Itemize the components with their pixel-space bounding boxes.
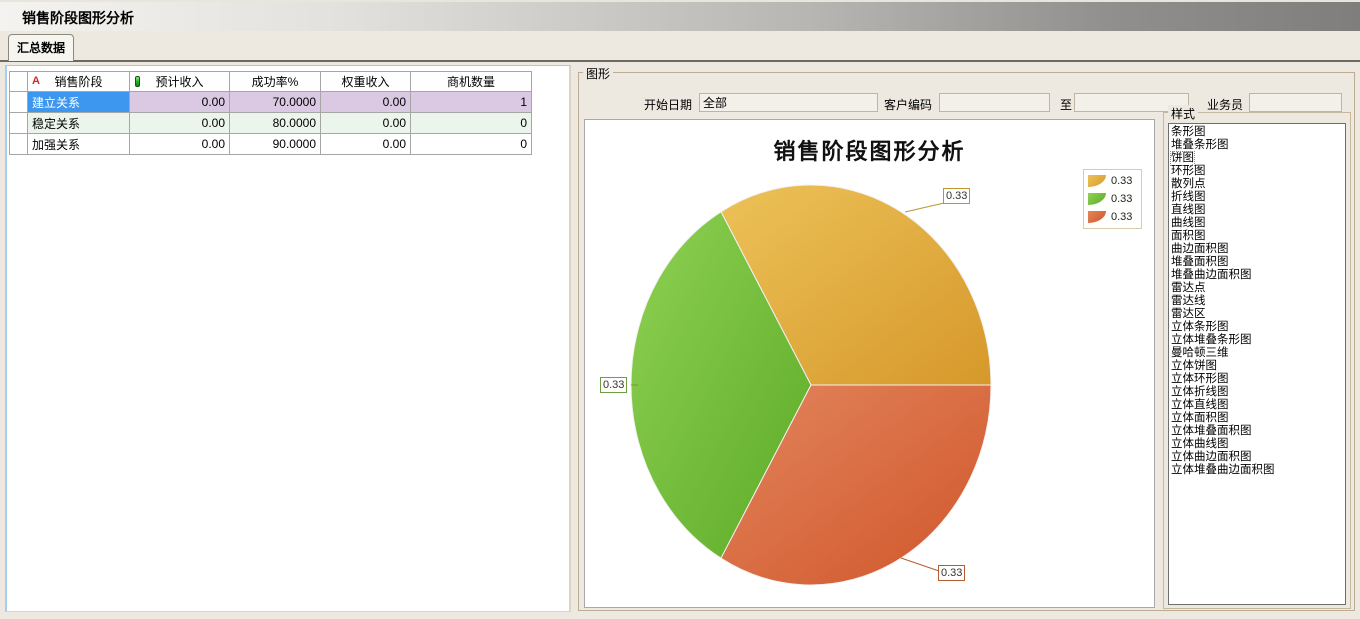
label-leader-line [905,203,944,212]
expected-income-cell[interactable]: 0.00 [130,113,230,134]
graph-groupbox: 图形 开始日期 客户编码 至 业务员 销售阶段图形分析 0.330.330.33… [578,72,1355,611]
table-row: 建立关系0.0070.00000.001 [10,92,532,113]
style-option[interactable]: 立体条形图 [1171,321,1345,334]
tab-summary-data[interactable]: 汇总数据 [8,34,74,61]
sales-stage-table: A 销售阶段 预计收入 成功率% 权重收入 商机数量 建立关系0.0070.00… [9,71,532,155]
column-header-opportunity-count[interactable]: 商机数量 [411,72,532,92]
customer-code-label: 客户编码 [884,96,932,113]
column-header-success-rate[interactable]: 成功率% [230,72,321,92]
table-header-row: A 销售阶段 预计收入 成功率% 权重收入 商机数量 [10,72,532,92]
chart-style-list: 条形图堆叠条形图饼图环形图散列点折线图直线图曲线图面积图曲边面积图堆叠面积图堆叠… [1168,123,1346,605]
style-option[interactable]: 立体环形图 [1171,373,1345,386]
legend-swatch [1088,211,1106,223]
table-row: 加强关系0.0090.00000.000 [10,134,532,155]
chart-legend: 0.33 0.33 0.33 [1083,169,1142,229]
style-option[interactable]: 立体直线图 [1171,399,1345,412]
weighted-income-cell[interactable]: 0.00 [321,92,411,113]
legend-value: 0.33 [1111,211,1132,223]
style-option[interactable]: 饼图 [1171,152,1345,165]
pie-value-label: 0.33 [600,377,627,393]
summary-table-panel: A 销售阶段 预计收入 成功率% 权重收入 商机数量 建立关系0.0070.00… [5,65,571,612]
style-groupbox: 样式 条形图堆叠条形图饼图环形图散列点折线图直线图曲线图面积图曲边面积图堆叠面积… [1163,112,1351,609]
row-indicator-cell[interactable] [10,134,28,155]
style-option[interactable]: 堆叠条形图 [1171,139,1345,152]
style-option[interactable]: 散列点 [1171,178,1345,191]
row-indicator-cell[interactable] [10,113,28,134]
label-leader-line [901,558,939,571]
opportunity-count-cell[interactable]: 1 [411,92,532,113]
salesman-label: 业务员 [1207,96,1243,113]
tab-label: 汇总数据 [17,41,65,55]
chart-title: 销售阶段图形分析 [585,134,1154,166]
pie-chart-area: 销售阶段图形分析 0.33 0.33 0.33 0.33 0.33 0.33 [584,119,1155,608]
pie-chart-svg [585,120,1156,609]
column-header-weighted-income[interactable]: 权重收入 [321,72,411,92]
style-option[interactable]: 折线图 [1171,191,1345,204]
style-option[interactable]: 面积图 [1171,230,1345,243]
style-option[interactable]: 立体饼图 [1171,360,1345,373]
legend-entry: 0.33 [1088,172,1141,190]
salesman-input[interactable] [1249,93,1342,112]
weighted-income-cell[interactable]: 0.00 [321,113,411,134]
legend-value: 0.33 [1111,193,1132,205]
window-title: 销售阶段图形分析 [22,8,134,28]
stage-cell[interactable]: 稳定关系 [28,113,130,134]
start-date-input[interactable] [699,93,878,112]
column-header-expected-income[interactable]: 预计收入 [130,72,230,92]
style-option[interactable]: 雷达区 [1171,308,1345,321]
success-rate-cell[interactable]: 90.0000 [230,134,321,155]
sort-a-icon: A [32,75,40,88]
legend-entry: 0.33 [1088,190,1141,208]
graph-groupbox-label: 图形 [583,65,613,82]
pie-value-label: 0.33 [943,188,970,204]
style-option[interactable]: 条形图 [1171,126,1345,139]
style-option[interactable]: 立体曲边面积图 [1171,451,1345,464]
style-groupbox-label: 样式 [1168,105,1198,122]
style-option[interactable]: 曼哈顿三维 [1171,347,1345,360]
style-option[interactable]: 堆叠面积图 [1171,256,1345,269]
style-option[interactable]: 立体堆叠条形图 [1171,334,1345,347]
legend-value: 0.33 [1111,175,1132,187]
expected-income-cell[interactable]: 0.00 [130,134,230,155]
success-rate-cell[interactable]: 80.0000 [230,113,321,134]
row-indicator-cell[interactable] [10,92,28,113]
style-option[interactable]: 立体曲线图 [1171,438,1345,451]
stage-cell[interactable]: 加强关系 [28,134,130,155]
expected-income-cell[interactable]: 0.00 [130,92,230,113]
tab-strip: 汇总数据 [0,31,1360,62]
customer-code-from-input[interactable] [939,93,1050,112]
style-option[interactable]: 立体堆叠面积图 [1171,425,1345,438]
opportunity-count-cell[interactable]: 0 [411,113,532,134]
legend-swatch [1088,175,1106,187]
opportunity-count-cell[interactable]: 0 [411,134,532,155]
pie-value-label: 0.33 [938,565,965,581]
style-option[interactable]: 堆叠曲边面积图 [1171,269,1345,282]
style-option[interactable]: 曲线图 [1171,217,1345,230]
style-option[interactable]: 环形图 [1171,165,1345,178]
column-header-stage[interactable]: A 销售阶段 [28,72,130,92]
weighted-income-cell[interactable]: 0.00 [321,134,411,155]
filter-indicator-icon [135,76,140,87]
window-title-bar: 销售阶段图形分析 [0,0,1360,31]
style-option[interactable]: 直线图 [1171,204,1345,217]
start-date-label: 开始日期 [644,96,692,113]
success-rate-cell[interactable]: 70.0000 [230,92,321,113]
style-option[interactable]: 雷达线 [1171,295,1345,308]
style-option[interactable]: 立体面积图 [1171,412,1345,425]
stage-cell[interactable]: 建立关系 [28,92,130,113]
row-indicator-header [10,72,28,92]
legend-entry: 0.33 [1088,208,1141,226]
style-option[interactable]: 立体堆叠曲边面积图 [1171,464,1345,477]
style-option[interactable]: 曲边面积图 [1171,243,1345,256]
table-row: 稳定关系0.0080.00000.000 [10,113,532,134]
style-option[interactable]: 雷达点 [1171,282,1345,295]
legend-swatch [1088,193,1106,205]
style-option[interactable]: 立体折线图 [1171,386,1345,399]
to-label: 至 [1060,96,1072,113]
